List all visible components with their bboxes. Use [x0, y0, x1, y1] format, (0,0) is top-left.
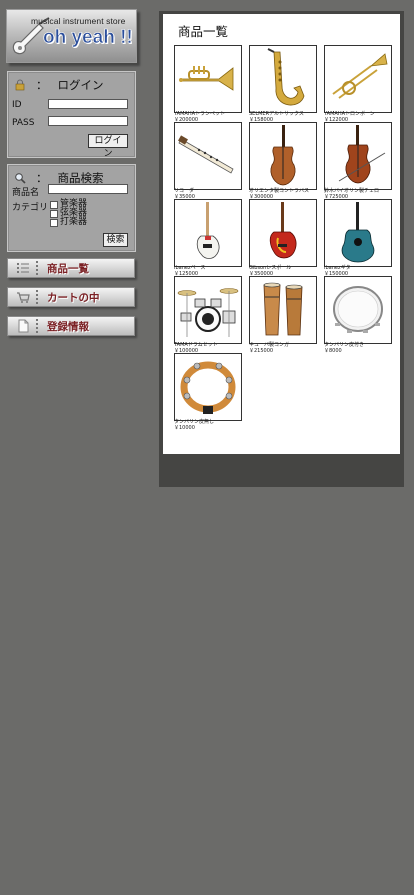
product-thumbnail[interactable]	[174, 353, 242, 421]
bass-guitar-icon	[196, 202, 220, 259]
nav-label: 登録情報	[47, 320, 89, 333]
product-name-input[interactable]	[48, 184, 128, 194]
id-input[interactable]	[48, 99, 128, 109]
product-thumbnail[interactable]	[249, 276, 317, 344]
category-checkbox-list: 管楽器 弦楽器 打楽器	[50, 200, 87, 227]
product-thumbnail[interactable]	[324, 122, 392, 190]
magnifier-icon	[15, 173, 26, 184]
drum-set-icon	[177, 288, 239, 337]
checkbox[interactable]	[50, 209, 58, 218]
saxophone-icon	[267, 48, 305, 106]
nav-divider	[36, 261, 38, 275]
product-thumbnail[interactable]	[174, 199, 242, 267]
product-thumbnail[interactable]	[174, 276, 242, 344]
recorder-icon	[178, 135, 234, 174]
logo-brand: oh yeah !!	[43, 27, 133, 49]
conga-icon	[263, 282, 303, 336]
nav-registration-button[interactable]: 登録情報	[7, 316, 135, 336]
product-thumbnail[interactable]	[174, 122, 242, 190]
nav-divider	[36, 290, 38, 304]
search-panel: ： 商品検索 商品名 カテゴリ 管楽器 弦楽器 打楽器 検索	[7, 164, 136, 252]
electric-guitar-icon	[269, 202, 297, 259]
store-logo[interactable]: musical instrument store oh yeah !!	[6, 9, 137, 63]
cart-icon	[17, 292, 30, 303]
category-label: カテゴリ	[12, 203, 49, 213]
cello-icon	[338, 125, 386, 184]
product-price: ￥215000	[249, 347, 274, 354]
product-price: ￥10000	[174, 424, 195, 431]
nav-label: カートの中	[47, 291, 100, 304]
lock-icon	[15, 79, 25, 91]
nav-product-list-button[interactable]: 商品一覧	[7, 258, 135, 278]
category-option-percussion[interactable]: 打楽器	[50, 218, 87, 227]
product-thumbnail[interactable]	[249, 45, 317, 113]
product-thumbnail[interactable]	[324, 199, 392, 267]
search-colon: ：	[36, 171, 48, 185]
login-panel: ： ログイン ID PASS ログイン	[7, 71, 136, 159]
logo-tagline: musical instrument store	[31, 16, 126, 26]
category-option-label: 打楽器	[60, 217, 88, 227]
product-thumbnail[interactable]	[324, 45, 392, 113]
trumpet-icon	[179, 66, 234, 91]
product-list-area: 商品一覧 YAMAHAトランペット ￥200000 SELMERアルトサックス …	[163, 14, 400, 454]
nav-cart-button[interactable]: カートの中	[7, 287, 135, 307]
tambourine-icon	[180, 361, 236, 414]
id-label: ID	[12, 100, 22, 110]
trombone-icon	[332, 53, 388, 99]
page-title: 商品一覧	[178, 24, 229, 39]
product-price: ￥8000	[324, 347, 342, 354]
login-title: ログイン	[57, 78, 104, 92]
product-thumbnail[interactable]	[174, 45, 242, 113]
product-thumbnail[interactable]	[249, 122, 317, 190]
nav-divider	[36, 319, 38, 333]
pass-input[interactable]	[48, 116, 128, 126]
product-thumbnail[interactable]	[249, 199, 317, 267]
login-header: ： ログイン	[12, 77, 104, 93]
checkbox[interactable]	[50, 200, 58, 209]
checkbox[interactable]	[50, 218, 58, 227]
nav-label: 商品一覧	[47, 262, 89, 275]
login-button[interactable]: ログイン	[88, 134, 128, 159]
document-icon	[18, 319, 29, 333]
login-colon: ：	[36, 78, 48, 92]
pass-label: PASS	[12, 118, 35, 128]
tambourine-skin-icon	[333, 286, 383, 333]
list-icon	[17, 263, 29, 273]
acoustic-guitar-icon	[341, 202, 375, 263]
contrabass-icon	[270, 125, 296, 186]
product-name-label: 商品名	[12, 188, 40, 198]
product-thumbnail[interactable]	[324, 276, 392, 344]
search-button[interactable]: 検索	[103, 233, 128, 247]
